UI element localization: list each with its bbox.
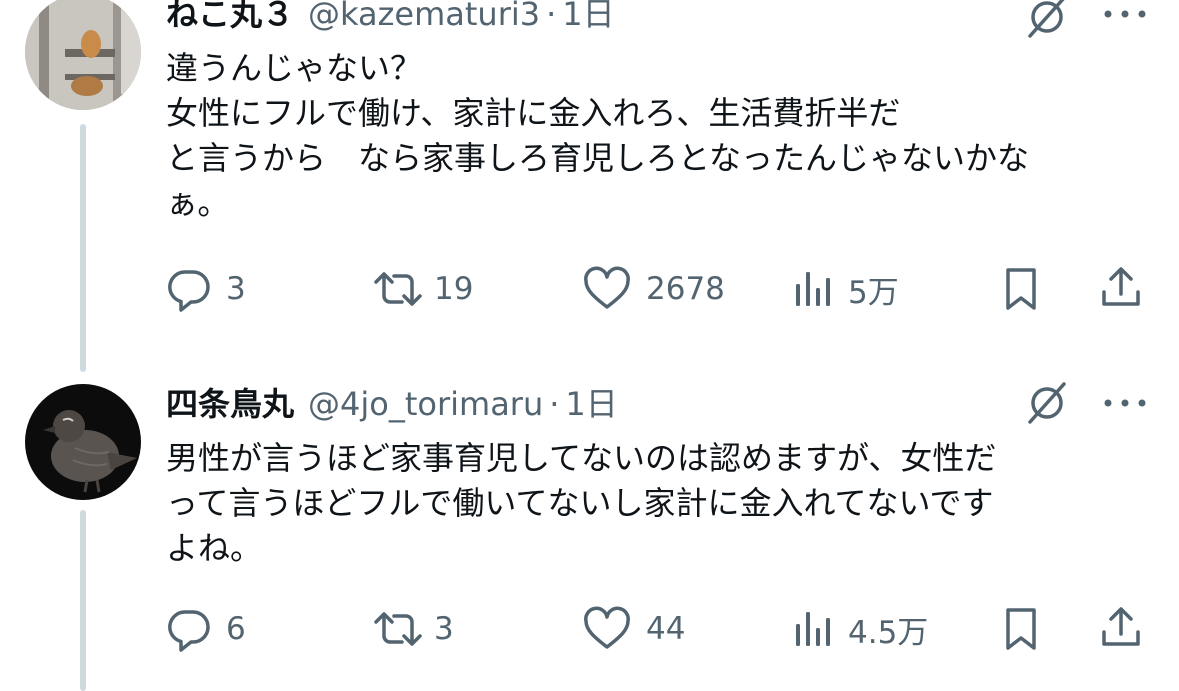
reply-icon <box>168 610 210 652</box>
heart-icon <box>584 606 630 649</box>
reply-button[interactable]: 6 <box>166 604 246 654</box>
tweet-header: ねこ丸３ @kazematuri3 · 1日 <box>166 0 615 34</box>
repost-icon <box>374 612 422 646</box>
reply-button[interactable]: 3 <box>166 264 246 314</box>
avatar[interactable] <box>25 384 141 500</box>
like-button[interactable]: 2678 <box>582 264 725 314</box>
avatar[interactable] <box>25 0 141 110</box>
tweet-text: 違うんじゃない？ 女性にフルで働け、家計に金入れろ、生活費折半だ と言うから な… <box>166 49 1030 222</box>
grok-icon[interactable] <box>1024 380 1070 426</box>
repost-button[interactable]: 3 <box>370 604 454 654</box>
views-icon <box>796 612 830 646</box>
repost-count: 3 <box>434 611 454 647</box>
reply-icon <box>168 270 210 312</box>
tweet-text: 男性が言うほど家事育児してないのは認めますが、女性だ って言うほどフルで働いてな… <box>166 439 997 567</box>
heart-icon <box>584 266 630 309</box>
like-count: 44 <box>646 611 686 647</box>
views-button[interactable]: 4.5万 <box>794 604 928 654</box>
bookmark-icon[interactable] <box>998 266 1044 312</box>
timestamp[interactable]: 1日 <box>562 0 614 34</box>
tweet-header: 四条鳥丸 @4jo_torimaru · 1日 <box>166 384 618 424</box>
bookmark-icon[interactable] <box>998 606 1044 652</box>
action-bar: 6 3 44 4.5万 <box>166 604 1156 654</box>
separator: · <box>549 385 560 423</box>
username[interactable]: @4jo_torimaru <box>308 384 543 424</box>
repost-count: 19 <box>434 271 474 307</box>
username[interactable]: @kazematuri3 <box>308 0 540 34</box>
views-button[interactable]: 5万 <box>794 264 899 314</box>
share-icon[interactable] <box>1098 604 1144 650</box>
reply-count: 6 <box>226 611 246 647</box>
views-count: 4.5万 <box>848 614 929 651</box>
views-count: 5万 <box>848 274 899 311</box>
share-icon[interactable] <box>1098 264 1144 310</box>
display-name[interactable]: ねこ丸３ <box>166 0 294 34</box>
more-icon[interactable] <box>1100 396 1150 410</box>
like-button[interactable]: 44 <box>582 604 685 654</box>
repost-button[interactable]: 19 <box>370 264 473 314</box>
grok-icon[interactable] <box>1024 0 1070 40</box>
repost-icon <box>374 272 422 306</box>
thread-line <box>80 124 86 372</box>
separator: · <box>546 0 557 33</box>
timestamp[interactable]: 1日 <box>565 384 617 424</box>
action-bar: 3 19 2678 5万 <box>166 264 1156 314</box>
thread-line <box>80 510 86 691</box>
views-icon <box>796 272 830 306</box>
display-name[interactable]: 四条鳥丸 <box>166 384 294 424</box>
more-icon[interactable] <box>1100 7 1150 21</box>
like-count: 2678 <box>646 271 725 307</box>
reply-count: 3 <box>226 271 246 307</box>
